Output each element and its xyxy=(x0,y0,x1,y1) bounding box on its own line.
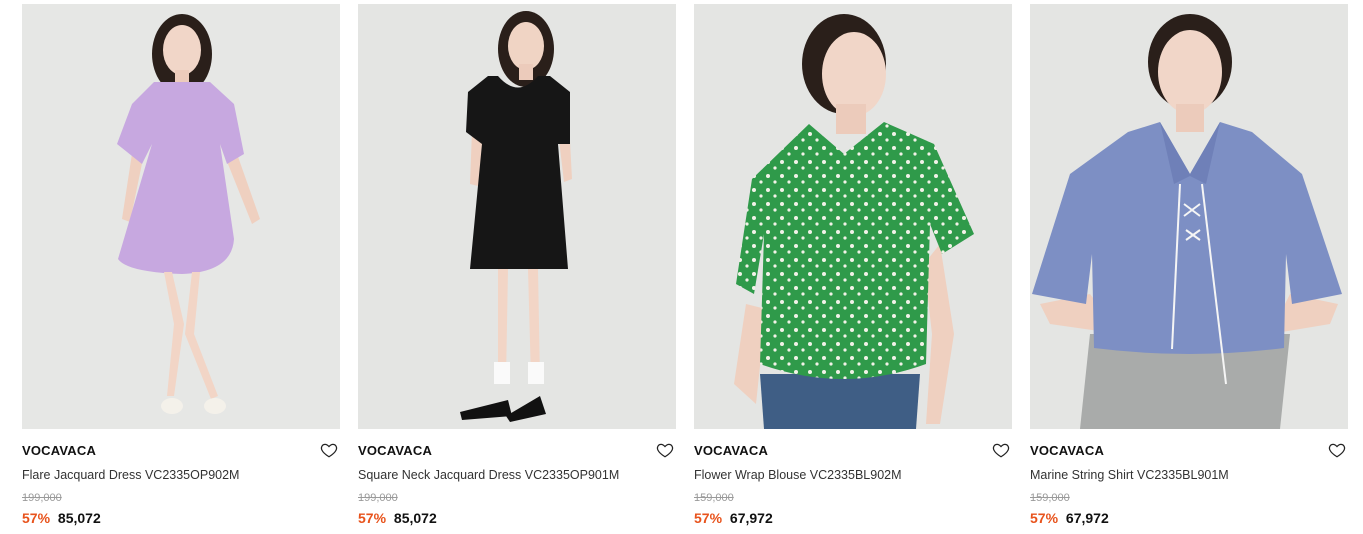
heart-outline-icon[interactable] xyxy=(1328,441,1346,459)
heart-outline-icon[interactable] xyxy=(992,441,1010,459)
product-card[interactable]: VOCAVACA Square Neck Jacquard Dress VC23… xyxy=(358,4,676,527)
product-name[interactable]: Flower Wrap Blouse VC2335BL902M xyxy=(694,467,1012,483)
product-name[interactable]: Marine String Shirt VC2335BL901M xyxy=(1030,467,1348,483)
price-row: 57% 67,972 xyxy=(694,509,1012,527)
product-brand[interactable]: VOCAVACA xyxy=(1030,443,1348,459)
sale-price: 67,972 xyxy=(1065,510,1109,526)
price-row: 57% 85,072 xyxy=(22,509,340,527)
model-photo-lilac-dress xyxy=(22,4,340,429)
model-photo-blue-shirt xyxy=(1030,4,1348,429)
discount-rate: 57% xyxy=(358,510,387,526)
model-photo-black-dress xyxy=(358,4,676,429)
original-price: 199,000 xyxy=(22,492,62,504)
heart-outline-icon[interactable] xyxy=(320,441,338,459)
product-name[interactable]: Square Neck Jacquard Dress VC2335OP901M xyxy=(358,467,676,483)
product-brand[interactable]: VOCAVACA xyxy=(358,443,676,459)
original-price: 159,000 xyxy=(694,492,734,504)
product-brand[interactable]: VOCAVACA xyxy=(694,443,1012,459)
product-image[interactable] xyxy=(694,4,1012,429)
product-card[interactable]: VOCAVACA Flower Wrap Blouse VC2335BL902M… xyxy=(694,4,1012,527)
model-photo-green-blouse xyxy=(694,4,1012,429)
price-row: 57% 85,072 xyxy=(358,509,676,527)
product-image[interactable] xyxy=(22,4,340,429)
sale-price: 85,072 xyxy=(57,510,101,526)
discount-rate: 57% xyxy=(694,510,723,526)
sale-price: 67,972 xyxy=(729,510,773,526)
sale-price: 85,072 xyxy=(393,510,437,526)
product-card[interactable]: VOCAVACA Marine String Shirt VC2335BL901… xyxy=(1030,4,1348,527)
product-card[interactable]: VOCAVACA Flare Jacquard Dress VC2335OP90… xyxy=(22,4,340,527)
product-image[interactable] xyxy=(358,4,676,429)
discount-rate: 57% xyxy=(22,510,51,526)
price-row: 57% 67,972 xyxy=(1030,509,1348,527)
heart-outline-icon[interactable] xyxy=(656,441,674,459)
discount-rate: 57% xyxy=(1030,510,1059,526)
product-grid: VOCAVACA Flare Jacquard Dress VC2335OP90… xyxy=(0,0,1363,534)
original-price: 199,000 xyxy=(358,492,398,504)
product-image[interactable] xyxy=(1030,4,1348,429)
product-name[interactable]: Flare Jacquard Dress VC2335OP902M xyxy=(22,467,340,483)
product-brand[interactable]: VOCAVACA xyxy=(22,443,340,459)
original-price: 159,000 xyxy=(1030,492,1070,504)
